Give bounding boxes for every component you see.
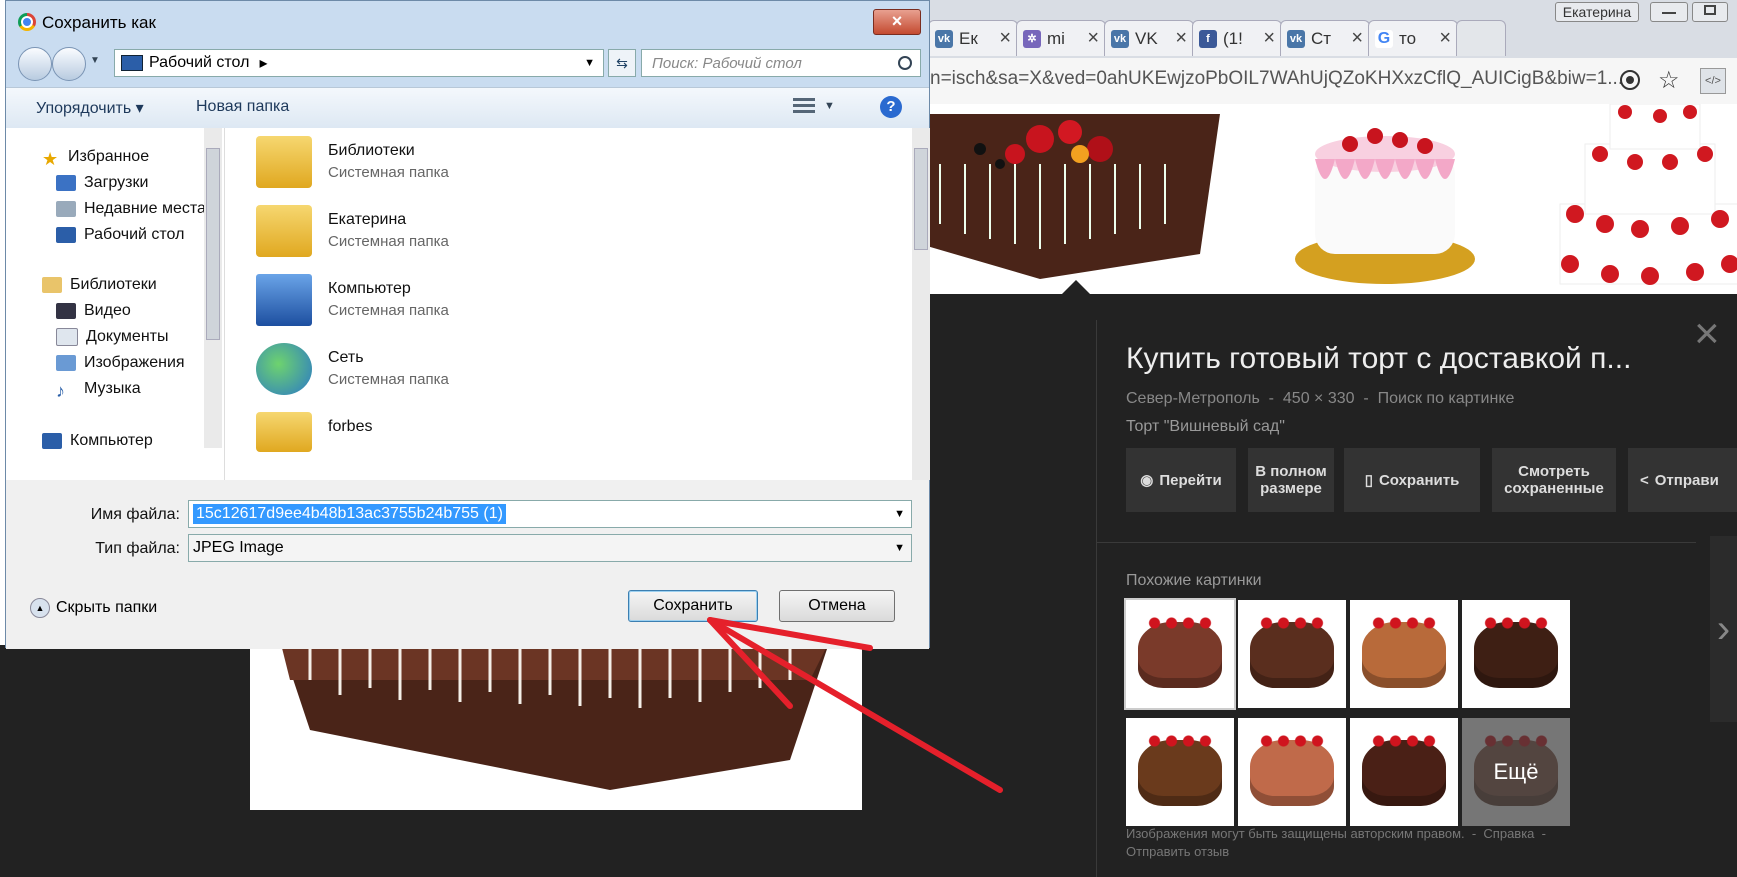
red-annotation-arrow — [707, 617, 1003, 793]
screen: Екатерина vk Ек × ✲ mi × vk VK × f (1! × vk Ст × Gто × n… — [0, 0, 1737, 877]
